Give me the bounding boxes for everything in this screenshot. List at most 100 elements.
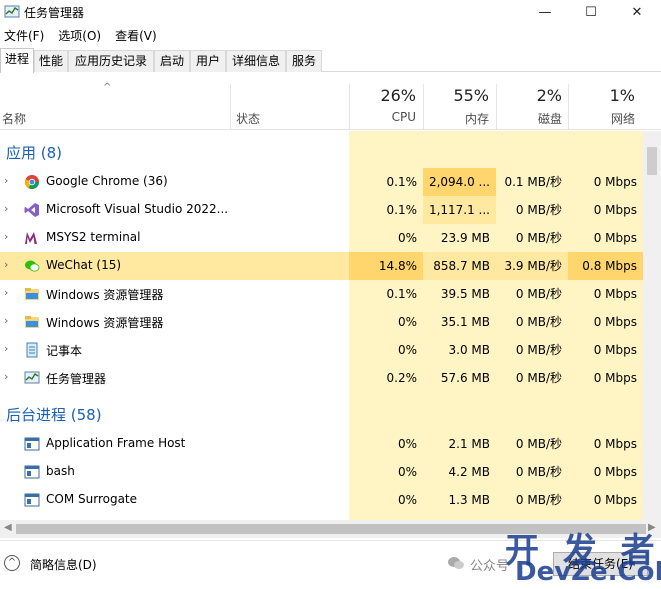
network-value: 0 Mbps (593, 437, 637, 451)
cpu-value: 0% (397, 315, 417, 329)
column-status[interactable]: 状态 (236, 110, 260, 127)
disk-total[interactable]: 2% (497, 86, 562, 105)
process-name: 任务管理器 (46, 372, 107, 386)
expand-chevron-icon[interactable]: › (4, 286, 8, 299)
expand-chevron-icon[interactable]: › (4, 314, 8, 327)
group-apps[interactable]: 应用 (8) (0, 131, 643, 171)
process-name: Microsoft Visual Studio 2022... (46, 202, 228, 216)
tab-bar: 进程 性能 应用历史记录 启动 用户 详细信息 服务 (0, 48, 661, 73)
group-background[interactable]: 后台进程 (58) (0, 393, 643, 433)
disk-value: 0 MB/秒 (515, 371, 562, 385)
explorer-icon (25, 316, 39, 328)
network-value: 0 Mbps (593, 371, 637, 385)
disk-value: 0 MB/秒 (515, 343, 562, 357)
memory-value: 57.6 MB (440, 371, 490, 385)
footer-bar: ^ 简略信息(D) 结束任务(E) 公众号 开 发 者 DevZe.CoM (0, 531, 661, 589)
table-row[interactable]: › MSYS2 terminal 0% 23.9 MB 0 MB/秒 0 Mbp… (0, 224, 643, 252)
network-value: 0 Mbps (593, 465, 637, 479)
tab-performance[interactable]: 性能 (34, 50, 68, 72)
disk-value: 0 MB/秒 (515, 465, 562, 479)
process-name: Google Chrome (36) (46, 174, 168, 188)
vertical-scroll-thumb[interactable] (647, 147, 657, 175)
column-divider[interactable] (230, 84, 231, 130)
network-value: 0 Mbps (593, 287, 637, 301)
cpu-value: 0% (397, 493, 417, 507)
network-total[interactable]: 1% (569, 86, 635, 105)
column-disk[interactable]: 磁盘 (497, 110, 562, 127)
explorer-icon (25, 288, 39, 300)
expand-chevron-icon[interactable]: › (4, 258, 8, 271)
process-name: WeChat (15) (46, 258, 122, 272)
minimize-button[interactable]: — (522, 0, 568, 24)
bash-icon (24, 465, 40, 479)
cpu-total[interactable]: 26% (350, 86, 416, 105)
disk-value: 0 MB/秒 (515, 493, 562, 507)
close-button[interactable]: ✕ (614, 0, 660, 24)
watermark-url: DevZe.CoM (515, 557, 661, 587)
expand-chevron-icon[interactable]: › (4, 230, 8, 243)
disk-value: 0 MB/秒 (515, 231, 562, 245)
table-row[interactable]: › Windows 资源管理器 0.1% 39.5 MB 0 MB/秒 0 Mb… (0, 280, 643, 308)
disk-value: 3.9 MB/秒 (496, 252, 568, 280)
sort-up-icon[interactable]: ^ (103, 82, 111, 93)
cpu-value: 0% (397, 465, 417, 479)
network-value: 0 Mbps (593, 493, 637, 507)
com-surrogate-icon (24, 493, 40, 507)
tab-details[interactable]: 详细信息 (226, 50, 286, 72)
expand-chevron-icon[interactable]: › (4, 174, 8, 187)
memory-value: 35.1 MB (440, 315, 490, 329)
tab-app-history[interactable]: 应用历史记录 (68, 50, 154, 72)
tab-services[interactable]: 服务 (286, 50, 322, 72)
table-row[interactable]: bash 0% 4.2 MB 0 MB/秒 0 Mbps (0, 458, 643, 486)
msys2-icon (24, 230, 40, 246)
wechat-icon (25, 260, 40, 272)
menu-options[interactable]: 选项(O) (54, 26, 105, 46)
memory-total[interactable]: 55% (424, 86, 489, 105)
memory-value: 2,094.0 ... (423, 168, 496, 196)
vertical-scrollbar[interactable] (643, 131, 661, 520)
network-value: 0 Mbps (593, 175, 637, 189)
expand-chevron-icon[interactable]: › (4, 202, 8, 215)
scroll-left-icon[interactable]: ◀ (4, 522, 12, 533)
table-row[interactable]: Application Frame Host 0% 2.1 MB 0 MB/秒 … (0, 430, 643, 458)
table-row[interactable]: › Microsoft Visual Studio 2022... 0.1% 1… (0, 196, 643, 224)
maximize-button[interactable]: ☐ (568, 0, 614, 24)
table-row[interactable]: › 记事本 0% 3.0 MB 0 MB/秒 0 Mbps (0, 336, 643, 364)
disk-value: 0 MB/秒 (515, 437, 562, 451)
expand-chevron-icon[interactable]: › (4, 370, 8, 383)
task-manager-icon (24, 371, 40, 384)
table-row[interactable]: COM Surrogate 0% 1.3 MB 0 MB/秒 0 Mbps (0, 486, 643, 514)
menu-file[interactable]: 文件(F) (0, 26, 48, 46)
disk-value: 0 MB/秒 (515, 315, 562, 329)
expand-chevron-icon[interactable]: › (4, 342, 8, 355)
cpu-value: 0.1% (386, 287, 418, 301)
column-name[interactable]: 名称 (2, 110, 26, 127)
fewer-details-link[interactable]: 简略信息(D) (30, 556, 97, 573)
table-row[interactable]: › Google Chrome (36) 0.1% 2,094.0 ... 0.… (0, 168, 643, 196)
network-value: 0 Mbps (593, 343, 637, 357)
cpu-value: 14.8% (349, 252, 423, 280)
window-title: 任务管理器 (24, 6, 85, 20)
group-label: 应用 (8) (6, 144, 63, 162)
memory-value: 1.3 MB (448, 493, 490, 507)
tab-users[interactable]: 用户 (190, 50, 226, 72)
memory-value: 39.5 MB (440, 287, 490, 301)
tab-processes[interactable]: 进程 (0, 48, 34, 73)
menu-view[interactable]: 查看(V) (111, 26, 161, 46)
title-bar: 任务管理器 — ☐ ✕ (0, 0, 661, 24)
table-row[interactable]: › 任务管理器 0.2% 57.6 MB 0 MB/秒 0 Mbps (0, 364, 643, 392)
column-cpu[interactable]: CPU (350, 110, 416, 124)
network-value: 0 Mbps (593, 203, 637, 217)
cpu-value: 0% (397, 437, 417, 451)
table-row[interactable]: › Windows 资源管理器 0% 35.1 MB 0 MB/秒 0 Mbps (0, 308, 643, 336)
table-row[interactable]: › WeChat (15) 14.8% 858.7 MB 3.9 MB/秒 0.… (0, 252, 643, 280)
process-name: bash (46, 464, 75, 478)
process-list: 应用 (8) › Google Chrome (36) 0.1% 2,094.0… (0, 131, 643, 520)
process-name: 记事本 (46, 344, 83, 358)
chevron-up-icon[interactable]: ^ (4, 555, 20, 571)
column-memory[interactable]: 内存 (424, 110, 489, 127)
tab-startup[interactable]: 启动 (154, 50, 190, 72)
column-network[interactable]: 网络 (569, 110, 635, 127)
network-value: 0.8 Mbps (568, 252, 643, 280)
cpu-value: 0% (397, 343, 417, 357)
